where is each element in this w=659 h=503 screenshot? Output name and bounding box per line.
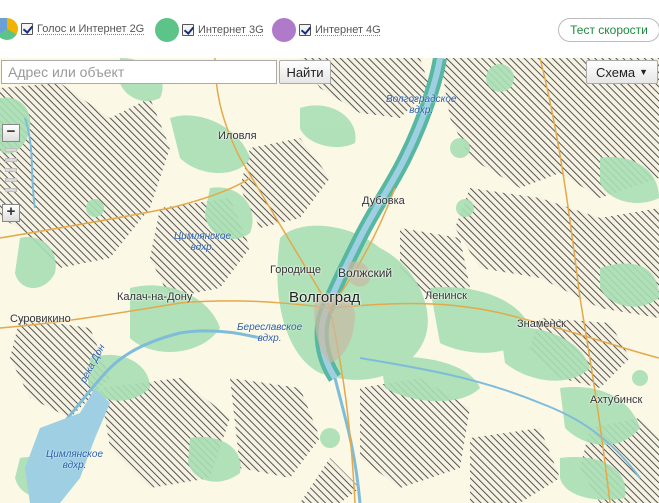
place-znamensk: Знаменск bbox=[517, 318, 566, 330]
zoom-out-button[interactable]: − bbox=[2, 124, 20, 142]
water-bereslavka: Береславское вдхр. bbox=[237, 322, 302, 344]
water-label-line: вдхр. bbox=[257, 333, 282, 344]
zoom-tick bbox=[5, 178, 17, 182]
legend-label-4g[interactable]: Интернет 4G bbox=[315, 24, 381, 36]
coverage-3g-icon bbox=[155, 18, 179, 42]
search-button[interactable]: Найти bbox=[279, 60, 331, 84]
coverage-4g-icon bbox=[272, 18, 296, 42]
legend-label-2g[interactable]: Голос и Интернет 2G bbox=[37, 23, 144, 35]
coverage-2g-icon bbox=[0, 18, 18, 40]
zoom-in-button[interactable]: + bbox=[2, 204, 20, 222]
zoom-slider[interactable] bbox=[2, 144, 20, 202]
map-layer-label: Схема bbox=[595, 64, 636, 80]
water-label-line: вдхр. bbox=[190, 242, 215, 253]
legend-checkbox-3g[interactable] bbox=[182, 24, 194, 36]
water-label-line: вдхр. bbox=[409, 105, 434, 116]
zoom-control: − + bbox=[2, 124, 22, 222]
legend-checkbox-4g[interactable] bbox=[299, 24, 311, 36]
zoom-tick bbox=[5, 158, 17, 162]
water-volgograd-reservoir: Волгоградское вдхр. bbox=[386, 94, 456, 116]
legend-checkbox-2g[interactable] bbox=[21, 23, 33, 35]
water-label-line: Береславское bbox=[237, 322, 303, 333]
coverage-legend: Голос и Интернет 2G Интернет 3G Интернет… bbox=[0, 0, 659, 58]
water-label-line: Волгоградское bbox=[386, 94, 457, 105]
map-canvas bbox=[0, 58, 659, 503]
place-volgograd: Волгоград bbox=[289, 289, 361, 306]
place-akhtubinsk: Ахтубинск bbox=[590, 394, 643, 406]
place-kalach: Калач-на-Дону bbox=[117, 291, 193, 303]
legend-item-2g[interactable]: Голос и Интернет 2G bbox=[0, 18, 144, 40]
legend-item-4g[interactable]: Интернет 4G bbox=[272, 18, 381, 42]
place-gorodishche: Городище bbox=[270, 264, 321, 276]
legend-label-3g[interactable]: Интернет 3G bbox=[198, 24, 264, 36]
legend-item-3g[interactable]: Интернет 3G bbox=[155, 18, 264, 42]
map-layer-select[interactable]: Схема ▼ bbox=[586, 60, 658, 84]
zoom-tick bbox=[5, 168, 17, 172]
water-tsimlyansk-top: Цимлянское вдхр. bbox=[174, 231, 231, 253]
zoom-tick bbox=[5, 188, 17, 192]
place-volzhsky: Волжский bbox=[338, 266, 393, 280]
place-leninsk: Ленинск bbox=[425, 290, 467, 302]
chevron-down-icon: ▼ bbox=[639, 67, 649, 77]
address-search-input[interactable] bbox=[1, 60, 277, 84]
coverage-map[interactable]: Иловля Дубовка Городище Волжский Волгогр… bbox=[0, 58, 659, 503]
place-ilovlya: Иловля bbox=[218, 130, 257, 142]
place-dubovka: Дубовка bbox=[362, 195, 405, 207]
zoom-tick bbox=[5, 148, 17, 152]
water-label-line: Цимлянское bbox=[46, 449, 104, 460]
place-surovikino: Суровикино bbox=[10, 313, 71, 325]
water-label-line: вдхр. bbox=[62, 460, 87, 471]
water-label-line: Цимлянское bbox=[174, 231, 232, 242]
speed-test-button[interactable]: Тест скорости bbox=[558, 18, 659, 42]
water-tsimlyansk-bottom: Цимлянское вдхр. bbox=[46, 449, 103, 471]
